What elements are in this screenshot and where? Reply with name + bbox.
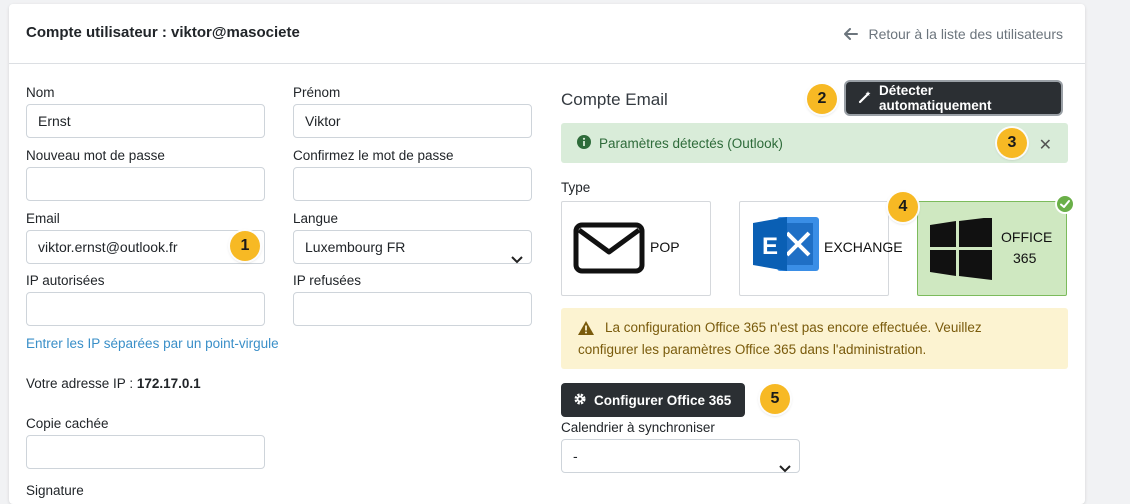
type-card-pop[interactable]: POP xyxy=(561,201,711,296)
warning-line-1: La configuration Office 365 n'est pas en… xyxy=(605,320,982,335)
langue-label: Langue xyxy=(293,211,339,226)
svg-text:E: E xyxy=(762,233,778,260)
current-ip-line: Votre adresse IP : 172.17.0.1 xyxy=(26,376,201,391)
annotation-badge-2: 2 xyxy=(807,84,837,114)
gear-icon xyxy=(573,392,587,409)
detected-alert: Paramètres détectés (Outlook) ✕ xyxy=(561,123,1068,163)
prenom-label: Prénom xyxy=(293,85,341,100)
nom-label: Nom xyxy=(26,85,55,100)
envelope-icon xyxy=(573,222,645,279)
chevron-down-icon xyxy=(511,243,523,275)
office365-warning-alert: La configuration Office 365 n'est pas en… xyxy=(561,308,1068,369)
new-password-input[interactable] xyxy=(26,167,265,201)
calendar-select-value: - xyxy=(573,448,578,464)
exchange-logo-icon: E xyxy=(751,215,823,278)
ip-denied-label: IP refusées xyxy=(293,273,362,288)
annotation-badge-1: 1 xyxy=(230,231,260,261)
back-to-users-link[interactable]: Retour à la liste des utilisateurs xyxy=(844,26,1063,42)
annotation-badge-4: 4 xyxy=(888,192,918,222)
current-ip-prefix: Votre adresse IP : xyxy=(26,376,137,391)
annotation-badge-5: 5 xyxy=(760,384,790,414)
calendar-label: Calendrier à synchroniser xyxy=(561,420,715,435)
configure-button-label: Configurer Office 365 xyxy=(594,392,732,408)
confirm-password-input[interactable] xyxy=(293,167,532,201)
detect-automatically-button[interactable]: Détecter automatiquement xyxy=(846,82,1061,114)
ip-allowed-input[interactable] xyxy=(26,292,265,326)
type-card-exchange[interactable]: E EXCHANGE xyxy=(739,201,903,296)
card-header: Compte utilisateur : viktor@masociete Re… xyxy=(9,4,1085,64)
type-office365-label-line2: 365 xyxy=(1013,250,1037,266)
check-icon xyxy=(1055,194,1075,214)
type-exchange-label: EXCHANGE xyxy=(824,239,903,255)
confirm-password-label: Confirmez le mot de passe xyxy=(293,148,454,163)
user-account-card: Compte utilisateur : viktor@masociete Re… xyxy=(9,4,1085,504)
magic-wand-icon xyxy=(858,90,872,107)
ip-denied-input[interactable] xyxy=(293,292,532,326)
new-password-label: Nouveau mot de passe xyxy=(26,148,165,163)
type-pop-label: POP xyxy=(650,239,680,255)
email-account-title: Compte Email xyxy=(561,90,668,109)
warning-line-2: configurer les paramètres Office 365 dan… xyxy=(578,342,927,357)
ip-allowed-label: IP autorisées xyxy=(26,273,105,288)
signature-label: Signature xyxy=(26,483,84,498)
close-icon[interactable]: ✕ xyxy=(1039,135,1052,155)
email-label: Email xyxy=(26,211,60,226)
langue-select[interactable]: Luxembourg FR xyxy=(293,230,532,264)
detected-message: Paramètres détectés (Outlook) xyxy=(599,135,783,151)
current-ip-value: 172.17.0.1 xyxy=(136,376,201,391)
arrow-left-icon xyxy=(844,28,859,40)
prenom-input[interactable]: Viktor xyxy=(293,104,532,138)
type-office365-label-line1: OFFICE xyxy=(1001,229,1053,245)
windows-logo-icon xyxy=(930,217,992,285)
back-link-label: Retour à la liste des utilisateurs xyxy=(868,26,1063,42)
ip-hint-link[interactable]: Entrer les IP séparées par un point-virg… xyxy=(26,336,279,351)
bcc-input[interactable] xyxy=(26,435,265,469)
nom-input[interactable]: Ernst xyxy=(26,104,265,138)
type-card-office365[interactable]: OFFICE 365 xyxy=(917,201,1067,296)
annotation-badge-3: 3 xyxy=(997,128,1027,158)
type-label: Type xyxy=(561,180,591,195)
detect-button-label: Détecter automatiquement xyxy=(879,83,992,113)
page-title: Compte utilisateur : viktor@masociete xyxy=(26,24,300,41)
bcc-label: Copie cachée xyxy=(26,416,109,431)
chevron-down-icon xyxy=(779,452,791,484)
info-circle-icon xyxy=(577,134,591,152)
calendar-select[interactable]: - xyxy=(561,439,800,473)
langue-select-value: Luxembourg FR xyxy=(305,239,406,255)
configure-office365-button[interactable]: Configurer Office 365 xyxy=(561,383,745,417)
